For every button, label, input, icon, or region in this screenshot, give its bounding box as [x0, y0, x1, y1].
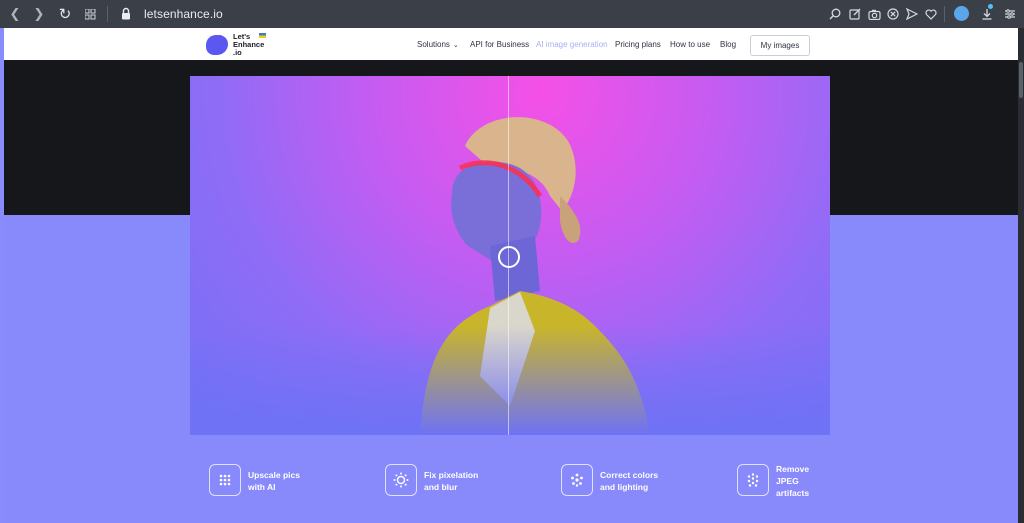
camera-icon[interactable] — [865, 5, 883, 23]
settings-icon[interactable] — [1001, 5, 1019, 23]
tabs-grid-icon[interactable] — [81, 5, 99, 23]
my-images-button[interactable]: My images — [750, 35, 810, 56]
nav-pricing-plans[interactable]: Pricing plans — [615, 40, 661, 49]
scrollbar-thumb[interactable] — [1019, 62, 1023, 98]
artifacts-icon — [737, 464, 769, 496]
feature-artifacts-label: Remove JPEG artifacts — [776, 464, 810, 498]
upscale-icon — [209, 464, 241, 496]
nav-blog[interactable]: Blog — [720, 40, 736, 49]
address-bar[interactable]: letsenhance.io — [144, 7, 223, 21]
reload-icon[interactable]: ↻ — [56, 5, 74, 23]
search-icon[interactable] — [826, 5, 844, 23]
lock-icon — [122, 7, 130, 20]
nav-api-for-business[interactable]: API for Business — [470, 40, 529, 49]
edit-icon[interactable] — [846, 5, 864, 23]
nav-ai-image-generation[interactable]: AI image generation — [536, 40, 608, 49]
feature-upscale-label: Upscale pics with AI — [248, 470, 300, 492]
chevron-down-icon: ⌄ — [452, 41, 459, 49]
download-icon[interactable] — [978, 5, 996, 23]
browser-toolbar: ❮ ❯ ↻ letsenhance.io — [0, 0, 1024, 28]
nav-solutions-label: Solutions — [417, 40, 450, 49]
profile-icon[interactable] — [954, 6, 969, 21]
comparison-slider-handle[interactable] — [498, 246, 520, 268]
feature-colors-label: Correct colors and lighting — [600, 470, 659, 492]
heart-icon[interactable] — [922, 5, 940, 23]
back-icon[interactable]: ❮ — [6, 5, 24, 23]
page-scrollbar[interactable] — [1018, 28, 1024, 523]
feature-pixelation-label: Fix pixelation and blur — [424, 470, 479, 492]
toolbar-divider — [107, 6, 108, 22]
nav-solutions[interactable]: Solutions ⌄ — [417, 40, 459, 49]
colors-icon — [561, 464, 593, 496]
nav-how-to-use[interactable]: How to use — [670, 40, 710, 49]
pixelation-icon — [385, 464, 417, 496]
adblock-icon[interactable] — [884, 5, 902, 23]
download-badge — [988, 4, 993, 9]
ukraine-flag-icon — [259, 33, 266, 38]
forward-icon[interactable]: ❯ — [30, 5, 48, 23]
toolbar-divider — [944, 6, 945, 22]
send-icon[interactable] — [903, 5, 921, 23]
